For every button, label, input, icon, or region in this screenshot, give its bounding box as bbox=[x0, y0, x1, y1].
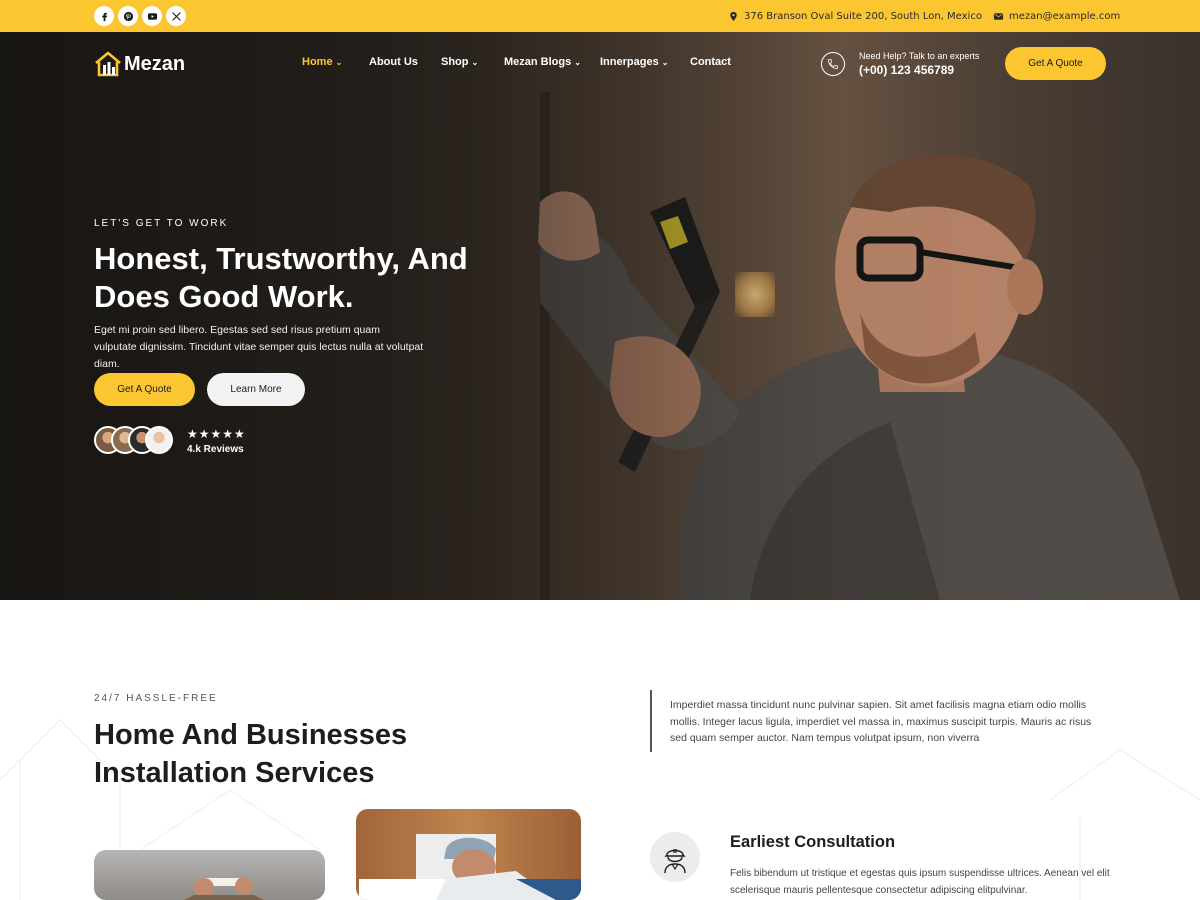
hero-title: Honest, Trustworthy, And Does Good Work. bbox=[94, 241, 468, 314]
nav-innerpages[interactable]: Innerpages ⌄ bbox=[600, 56, 668, 68]
services-divider bbox=[650, 690, 652, 752]
chevron-down-icon: ⌄ bbox=[335, 57, 343, 67]
pinterest-icon[interactable] bbox=[118, 6, 138, 26]
nav-about[interactable]: About Us bbox=[369, 56, 418, 68]
feature-description: Felis bibendum ut tristique et egestas q… bbox=[730, 868, 1110, 896]
logo-text: Mezan bbox=[124, 52, 186, 75]
help-label: Need Help? Talk to an experts bbox=[859, 51, 980, 61]
nav-home-label: Home bbox=[302, 56, 333, 68]
nav-contact[interactable]: Contact bbox=[690, 56, 731, 68]
reviews-count: 4.k Reviews bbox=[187, 444, 244, 455]
nav-blogs[interactable]: Mezan Blogs ⌄ bbox=[504, 56, 581, 68]
facebook-icon[interactable] bbox=[94, 6, 114, 26]
hero-learn-more-button[interactable]: Learn More bbox=[207, 373, 305, 406]
mail-icon bbox=[993, 12, 1004, 20]
logo-house-icon bbox=[95, 51, 121, 77]
youtube-icon[interactable] bbox=[142, 6, 162, 26]
chevron-down-icon: ⌄ bbox=[471, 57, 479, 67]
nav-innerpages-label: Innerpages bbox=[600, 56, 659, 68]
feature-title: Earliest Consultation bbox=[730, 833, 896, 851]
rating-stars: ★★★★★ bbox=[187, 427, 246, 441]
help-phone-number[interactable]: (+00) 123 456789 bbox=[859, 63, 954, 77]
services-kicker: 24/7 HASSLE-FREE bbox=[94, 693, 218, 704]
email-text[interactable]: mezan@example.com bbox=[1009, 11, 1120, 22]
chevron-down-icon: ⌄ bbox=[661, 57, 669, 67]
address-text: 376 Branson Oval Suite 200, South Lon, M… bbox=[744, 10, 982, 22]
reviewer-avatar bbox=[145, 426, 173, 454]
services-description: Imperdiet massa tincidunt nunc pulvinar … bbox=[670, 699, 1092, 744]
hero-dark-overlay bbox=[0, 32, 1200, 600]
map-pin-icon bbox=[730, 11, 737, 21]
nav-blogs-label: Mezan Blogs bbox=[504, 56, 572, 68]
service-image-ceiling-light bbox=[94, 850, 325, 900]
address-info: 376 Branson Oval Suite 200, South Lon, M… bbox=[728, 0, 982, 32]
hero-description: Eget mi proin sed libero. Egestas sed se… bbox=[94, 324, 424, 370]
hero-get-quote-button[interactable]: Get A Quote bbox=[94, 373, 195, 406]
nav-home[interactable]: Home ⌄ bbox=[302, 56, 342, 68]
nav-shop-label: Shop bbox=[441, 56, 469, 68]
hero-kicker: LET'S GET TO WORK bbox=[94, 218, 229, 229]
email-info[interactable]: mezan@example.com bbox=[993, 0, 1120, 32]
top-bar: 376 Branson Oval Suite 200, South Lon, M… bbox=[0, 0, 1200, 32]
header-get-quote-button[interactable]: Get A Quote bbox=[1005, 47, 1106, 80]
phone-icon[interactable] bbox=[821, 52, 845, 76]
site-logo[interactable]: Mezan bbox=[94, 50, 185, 78]
nav-contact-label: Contact bbox=[690, 56, 731, 68]
worker-helmet-icon bbox=[650, 832, 700, 882]
service-image-plumber bbox=[356, 809, 581, 900]
nav-shop[interactable]: Shop ⌄ bbox=[441, 56, 478, 68]
chevron-down-icon: ⌄ bbox=[574, 57, 581, 67]
nav-about-label: About Us bbox=[369, 56, 418, 68]
hero-section bbox=[0, 32, 1200, 600]
services-title: Home And Businesses Installation Service… bbox=[94, 719, 408, 789]
x-twitter-icon[interactable] bbox=[166, 6, 186, 26]
